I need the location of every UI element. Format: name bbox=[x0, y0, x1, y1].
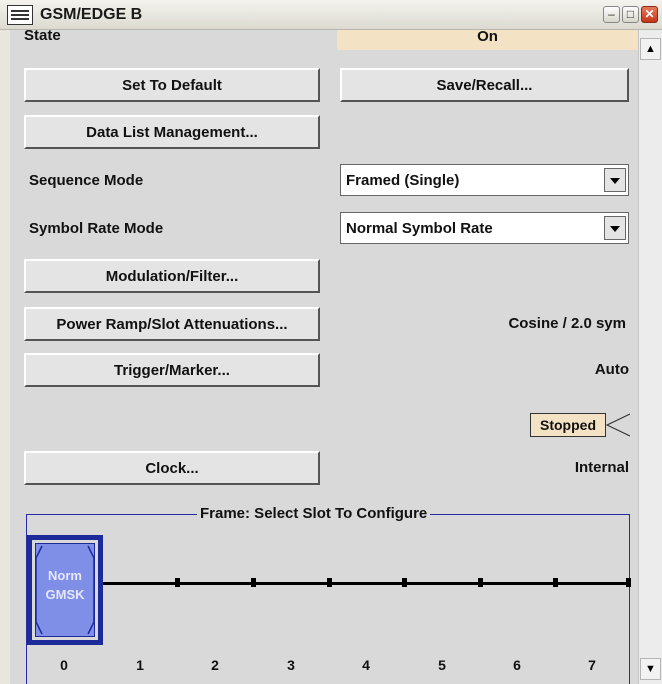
slot-number: 2 bbox=[211, 657, 219, 673]
trigger-info: Auto bbox=[594, 361, 629, 378]
sequence-mode-select[interactable]: Framed (Single) bbox=[340, 164, 629, 196]
maximize-icon: □ bbox=[626, 7, 635, 21]
sequence-mode-label: Sequence Mode bbox=[29, 172, 144, 189]
chevron-down-icon[interactable] bbox=[604, 216, 626, 240]
app-window-icon[interactable] bbox=[7, 5, 33, 25]
slot-number: 3 bbox=[287, 657, 295, 673]
slot-number: 7 bbox=[588, 657, 596, 673]
slot-1[interactable] bbox=[175, 578, 180, 587]
vertical-scrollbar[interactable]: ▲ ▼ bbox=[638, 30, 662, 684]
slot-number: 4 bbox=[362, 657, 370, 673]
clock-button[interactable]: Clock... bbox=[24, 451, 320, 485]
frame-timeline bbox=[103, 582, 631, 585]
status-pointer-icon bbox=[606, 413, 630, 437]
state-toggle[interactable]: On bbox=[337, 30, 638, 50]
sequence-mode-value: Framed (Single) bbox=[346, 172, 460, 189]
trigger-marker-button[interactable]: Trigger/Marker... bbox=[24, 353, 320, 387]
power-ramp-button[interactable]: Power Ramp/Slot Attenuations... bbox=[24, 307, 320, 341]
close-icon: ✕ bbox=[644, 7, 655, 21]
state-label: State bbox=[24, 30, 61, 44]
slot-number: 6 bbox=[513, 657, 521, 673]
slot-shape-icon bbox=[36, 545, 94, 635]
symbol-rate-mode-value: Normal Symbol Rate bbox=[346, 220, 493, 237]
maximize-button[interactable]: □ bbox=[622, 6, 639, 23]
frame-title: Frame: Select Slot To Configure bbox=[197, 505, 431, 522]
arrow-down-icon: ▼ bbox=[645, 663, 656, 675]
slot-2[interactable] bbox=[251, 578, 256, 587]
marker-status-badge: Stopped bbox=[530, 413, 606, 437]
power-ramp-info: Cosine / 2.0 sym bbox=[508, 315, 626, 332]
save-recall-button[interactable]: Save/Recall... bbox=[340, 68, 629, 102]
slot-6[interactable] bbox=[553, 578, 558, 587]
scroll-up-button[interactable]: ▲ bbox=[640, 38, 661, 60]
minimize-icon: – bbox=[608, 7, 615, 21]
symbol-rate-mode-select[interactable]: Normal Symbol Rate bbox=[340, 212, 629, 244]
settings-panel: State On Set To Default Save/Recall... D… bbox=[10, 30, 638, 684]
modulation-filter-button[interactable]: Modulation/Filter... bbox=[24, 259, 320, 293]
slot-5[interactable] bbox=[478, 578, 483, 587]
minimize-button[interactable]: – bbox=[603, 6, 620, 23]
data-list-management-button[interactable]: Data List Management... bbox=[24, 115, 320, 149]
slot-0-selection[interactable]: Norm GMSK bbox=[27, 535, 103, 645]
set-to-default-button[interactable]: Set To Default bbox=[24, 68, 320, 102]
chevron-down-icon[interactable] bbox=[604, 168, 626, 192]
slot-7[interactable] bbox=[626, 578, 631, 587]
slot-number: 1 bbox=[136, 657, 144, 673]
title-bar: GSM/EDGE B – □ ✕ bbox=[0, 0, 662, 30]
close-button[interactable]: ✕ bbox=[641, 6, 658, 23]
slot-0-block[interactable]: Norm GMSK bbox=[35, 543, 95, 637]
scroll-down-button[interactable]: ▼ bbox=[640, 658, 661, 680]
slot-4[interactable] bbox=[402, 578, 407, 587]
slot-3[interactable] bbox=[327, 578, 332, 587]
slot-number: 5 bbox=[438, 657, 446, 673]
window-title: GSM/EDGE B bbox=[40, 6, 143, 23]
arrow-up-icon: ▲ bbox=[645, 43, 656, 55]
symbol-rate-mode-label: Symbol Rate Mode bbox=[29, 220, 164, 237]
frame-group: Frame: Select Slot To Configure Norm GMS… bbox=[26, 505, 631, 684]
clock-info: Internal bbox=[574, 459, 629, 476]
slot-number: 0 bbox=[60, 657, 68, 673]
